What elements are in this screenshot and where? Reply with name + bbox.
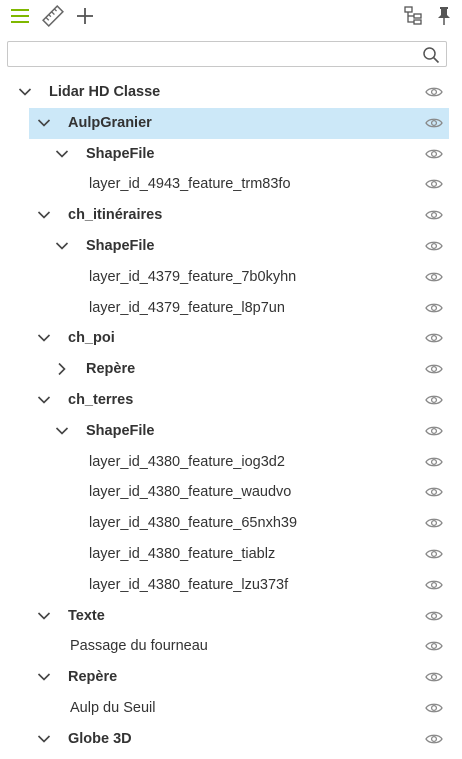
layer-tree: Lidar HD Classe AulpGranier ShapeFile layer… bbox=[0, 77, 462, 755]
tree-item-label: layer_id_4379_feature_l8p7un bbox=[89, 299, 285, 316]
tree-row[interactable]: Repère bbox=[0, 662, 462, 693]
chevron-down-icon[interactable] bbox=[37, 732, 51, 746]
visibility-eye-icon[interactable] bbox=[425, 639, 443, 653]
visibility-eye-icon[interactable] bbox=[425, 116, 443, 130]
chevron-down-icon[interactable] bbox=[55, 239, 69, 253]
tree-row[interactable]: layer_id_4380_feature_lzu373f bbox=[0, 570, 462, 601]
plus-icon[interactable] bbox=[73, 4, 97, 28]
tree-item-label: Repère bbox=[68, 669, 118, 686]
tree-item-label: Lidar HD Classe bbox=[49, 84, 161, 100]
visibility-eye-icon[interactable] bbox=[425, 455, 443, 469]
tree-row[interactable]: layer_id_4380_feature_waudvo bbox=[0, 477, 462, 508]
tree-item-label: ch_terres bbox=[68, 391, 134, 408]
tree-row[interactable]: Lidar HD Classe bbox=[0, 77, 462, 108]
pin-icon[interactable] bbox=[432, 4, 456, 28]
tree-item-label: layer_id_4943_feature_trm83fo bbox=[89, 176, 291, 193]
visibility-eye-icon[interactable] bbox=[425, 547, 443, 561]
visibility-eye-icon[interactable] bbox=[425, 147, 443, 161]
tree-item-label: Texte bbox=[68, 607, 105, 624]
chevron-down-icon[interactable] bbox=[55, 147, 69, 161]
hamburger-menu-icon[interactable] bbox=[8, 4, 32, 28]
chevron-down-icon[interactable] bbox=[37, 331, 51, 345]
visibility-eye-icon[interactable] bbox=[425, 270, 443, 284]
chevron-down-icon[interactable] bbox=[37, 208, 51, 222]
tree-item-label: layer_id_4380_feature_lzu373f bbox=[89, 576, 289, 593]
tree-row[interactable]: layer_id_4380_feature_tiablz bbox=[0, 539, 462, 570]
visibility-eye-icon[interactable] bbox=[425, 485, 443, 499]
visibility-eye-icon[interactable] bbox=[425, 609, 443, 623]
search-box bbox=[7, 41, 447, 67]
tree-row[interactable]: layer_id_4379_feature_7b0kyhn bbox=[0, 262, 462, 293]
tree-item-label: ch_itinéraires bbox=[68, 207, 163, 224]
tree-item-label: Repère bbox=[86, 361, 136, 378]
tree-row[interactable]: layer_id_4380_feature_iog3d2 bbox=[0, 447, 462, 478]
tree-row[interactable]: layer_id_4943_feature_trm83fo bbox=[0, 169, 462, 200]
visibility-eye-icon[interactable] bbox=[425, 362, 443, 376]
tree-row[interactable]: ch_terres bbox=[0, 385, 462, 416]
tree-row[interactable]: layer_id_4379_feature_l8p7un bbox=[0, 293, 462, 324]
visibility-eye-icon[interactable] bbox=[425, 239, 443, 253]
tree-row[interactable]: ShapeFile bbox=[0, 231, 462, 262]
tree-item-label: ShapeFile bbox=[86, 237, 155, 254]
visibility-eye-icon[interactable] bbox=[425, 208, 443, 222]
tree-row[interactable]: AulpGranier bbox=[0, 107, 462, 139]
tree-row[interactable]: Globe 3D bbox=[0, 724, 462, 755]
tree-item-label: layer_id_4380_feature_iog3d2 bbox=[89, 453, 285, 470]
visibility-eye-icon[interactable] bbox=[425, 177, 443, 191]
tree-structure-icon[interactable] bbox=[401, 4, 425, 28]
tree-row[interactable]: layer_id_4380_feature_65nxh39 bbox=[0, 508, 462, 539]
visibility-eye-icon[interactable] bbox=[425, 578, 443, 592]
search-icon[interactable] bbox=[422, 46, 440, 64]
toolbar bbox=[0, 0, 462, 34]
tree-item-label: Passage du fourneau bbox=[70, 638, 208, 655]
visibility-eye-icon[interactable] bbox=[425, 85, 443, 99]
tree-row[interactable]: Aulp du Seuil bbox=[0, 693, 462, 724]
ruler-icon[interactable] bbox=[41, 4, 65, 28]
tree-row[interactable]: Texte bbox=[0, 601, 462, 632]
tree-row[interactable]: Repère bbox=[0, 354, 462, 385]
visibility-eye-icon[interactable] bbox=[425, 516, 443, 530]
chevron-down-icon[interactable] bbox=[55, 424, 69, 438]
tree-item-label: Aulp du Seuil bbox=[70, 699, 156, 716]
tree-item-label: AulpGranier bbox=[68, 114, 152, 131]
tree-row[interactable]: ch_itinéraires bbox=[0, 200, 462, 231]
visibility-eye-icon[interactable] bbox=[425, 701, 443, 715]
tree-item-label: ShapeFile bbox=[86, 422, 155, 439]
chevron-down-icon[interactable] bbox=[18, 85, 32, 99]
tree-item-label: layer_id_4380_feature_tiablz bbox=[89, 545, 276, 562]
visibility-eye-icon[interactable] bbox=[425, 670, 443, 684]
visibility-eye-icon[interactable] bbox=[425, 424, 443, 438]
tree-item-label: Globe 3D bbox=[68, 730, 132, 747]
chevron-down-icon[interactable] bbox=[37, 609, 51, 623]
tree-item-label: layer_id_4379_feature_7b0kyhn bbox=[89, 268, 297, 285]
tree-item-label: ShapeFile bbox=[86, 145, 155, 162]
tree-item-label: layer_id_4380_feature_waudvo bbox=[89, 484, 292, 501]
tree-row[interactable]: ch_poi bbox=[0, 323, 462, 354]
search-input[interactable] bbox=[12, 44, 416, 66]
visibility-eye-icon[interactable] bbox=[425, 331, 443, 345]
chevron-right-icon[interactable] bbox=[55, 362, 69, 376]
chevron-down-icon[interactable] bbox=[37, 393, 51, 407]
tree-row[interactable]: ShapeFile bbox=[0, 416, 462, 447]
visibility-eye-icon[interactable] bbox=[425, 301, 443, 315]
tree-row[interactable]: ShapeFile bbox=[0, 139, 462, 170]
tree-row[interactable]: Passage du fourneau bbox=[0, 631, 462, 662]
visibility-eye-icon[interactable] bbox=[425, 732, 443, 746]
chevron-down-icon[interactable] bbox=[37, 116, 51, 130]
visibility-eye-icon[interactable] bbox=[425, 393, 443, 407]
chevron-down-icon[interactable] bbox=[37, 670, 51, 684]
tree-item-label: ch_poi bbox=[68, 330, 115, 347]
tree-item-label: layer_id_4380_feature_65nxh39 bbox=[89, 515, 298, 532]
